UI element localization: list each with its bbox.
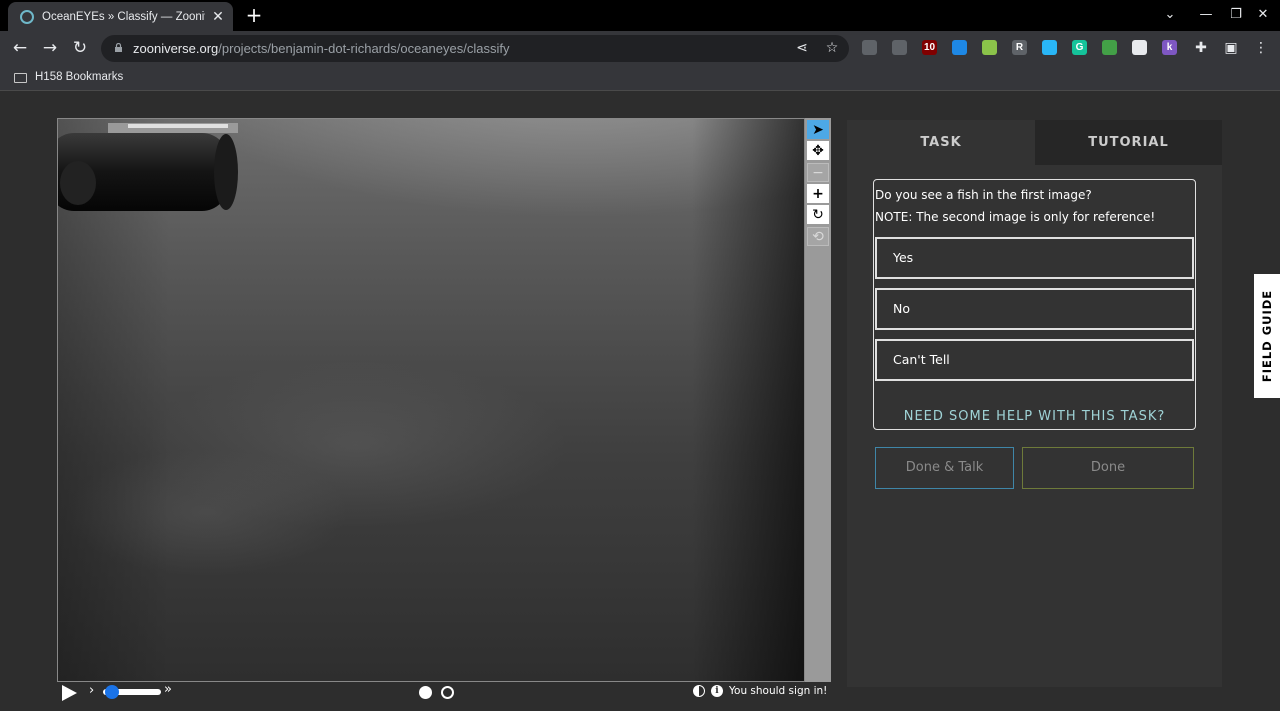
- contrast-icon[interactable]: [693, 685, 705, 697]
- forward-icon[interactable]: →: [40, 38, 60, 58]
- move-icon[interactable]: ✥: [807, 141, 829, 160]
- ext-2-icon[interactable]: [892, 40, 907, 55]
- zoom-in-icon[interactable]: +: [807, 184, 829, 203]
- info-icon[interactable]: i: [711, 685, 723, 697]
- slow-down-icon[interactable]: ›: [89, 683, 94, 698]
- bookmark-star-icon[interactable]: ☆: [824, 40, 840, 56]
- ext-10-icon[interactable]: [1132, 40, 1147, 55]
- minimize-icon[interactable]: —: [1198, 7, 1214, 22]
- camera-housing-image: [58, 123, 238, 211]
- menu-icon[interactable]: ⋮: [1251, 38, 1271, 58]
- close-window-icon[interactable]: ✕: [1255, 7, 1271, 22]
- folder-icon: [14, 73, 27, 83]
- zooniverse-favicon-icon: [20, 9, 34, 24]
- ublock-icon[interactable]: 10: [922, 40, 937, 55]
- viewer-toolbar: ➤ ✥ − + ↻ ⟲: [805, 118, 831, 682]
- ext-6-icon[interactable]: R: [1012, 40, 1027, 55]
- back-icon[interactable]: ←: [10, 38, 30, 58]
- close-tab-icon[interactable]: ✕: [211, 9, 225, 25]
- bookmark-folder-label[interactable]: H158 Bookmarks: [35, 71, 123, 83]
- browser-tab[interactable]: OceanEYEs » Classify — Zooniverse ✕: [8, 2, 233, 31]
- zoom-out-icon[interactable]: −: [807, 163, 829, 182]
- address-bar[interactable]: zooniverse.org/projects/benjamin-dot-ric…: [101, 35, 849, 62]
- sign-in-notice: You should sign in!: [729, 685, 828, 697]
- ext-1-icon[interactable]: [862, 40, 877, 55]
- bookmarks-bar: H158 Bookmarks: [0, 65, 1280, 91]
- browser-tab-strip: OceanEYEs » Classify — Zooniverse ✕ + ⌄ …: [0, 0, 1280, 31]
- frame-dot-2[interactable]: [441, 686, 454, 699]
- frame-dot-1[interactable]: [419, 686, 432, 699]
- classify-page: ➤ ✥ − + ↻ ⟲ › » i You should sign in! TA…: [0, 92, 1280, 711]
- restore-icon[interactable]: ❐: [1228, 7, 1244, 22]
- field-guide-label: FIELD GUIDE: [1260, 289, 1274, 383]
- ext-9-icon[interactable]: [1102, 40, 1117, 55]
- ext-4-icon[interactable]: [952, 40, 967, 55]
- browser-toolbar: ← → ↻ zooniverse.org/projects/benjamin-d…: [0, 31, 1280, 65]
- side-panel-icon[interactable]: ▣: [1221, 38, 1241, 58]
- share-icon[interactable]: ⋖: [794, 40, 810, 56]
- pointer-icon[interactable]: ➤: [807, 120, 829, 139]
- frame-player: › » i You should sign in!: [57, 682, 832, 704]
- question-box: Do you see a fish in the first image? NO…: [873, 179, 1196, 430]
- ext-5-icon[interactable]: [982, 40, 997, 55]
- url-text: zooniverse.org/projects/benjamin-dot-ric…: [133, 41, 510, 56]
- speed-slider-thumb[interactable]: [105, 685, 119, 699]
- rotate-icon[interactable]: ↻: [807, 205, 829, 224]
- field-guide-tab[interactable]: FIELD GUIDE: [1254, 274, 1280, 398]
- task-panel: TASK TUTORIAL Do you see a fish in the f…: [847, 120, 1222, 687]
- tab-tutorial[interactable]: TUTORIAL: [1035, 120, 1222, 165]
- tab-title: OceanEYEs » Classify — Zooniverse: [42, 10, 205, 23]
- task-help-link[interactable]: NEED SOME HELP WITH THIS TASK?: [874, 409, 1195, 424]
- done-and-talk-button[interactable]: Done & Talk: [875, 447, 1014, 489]
- extensions-puzzle-icon[interactable]: ✚: [1191, 38, 1211, 58]
- question-text: Do you see a fish in the first image? NO…: [875, 188, 1156, 224]
- play-icon[interactable]: [62, 685, 77, 701]
- subject-image[interactable]: [57, 118, 805, 682]
- ext-11-icon[interactable]: k: [1162, 40, 1177, 55]
- ext-7-icon[interactable]: [1042, 40, 1057, 55]
- grammarly-icon[interactable]: G: [1072, 40, 1087, 55]
- answer-no[interactable]: No: [875, 288, 1194, 330]
- tab-search-icon[interactable]: ⌄: [1162, 7, 1178, 22]
- reset-icon[interactable]: ⟲: [807, 227, 829, 246]
- done-button[interactable]: Done: [1022, 447, 1194, 489]
- reload-icon[interactable]: ↻: [70, 38, 90, 58]
- speed-up-icon[interactable]: »: [164, 682, 172, 697]
- new-tab-icon[interactable]: +: [244, 4, 264, 26]
- answer-yes[interactable]: Yes: [875, 237, 1194, 279]
- lock-icon: [115, 43, 122, 52]
- tab-task[interactable]: TASK: [847, 120, 1035, 165]
- answer-cant-tell[interactable]: Can't Tell: [875, 339, 1194, 381]
